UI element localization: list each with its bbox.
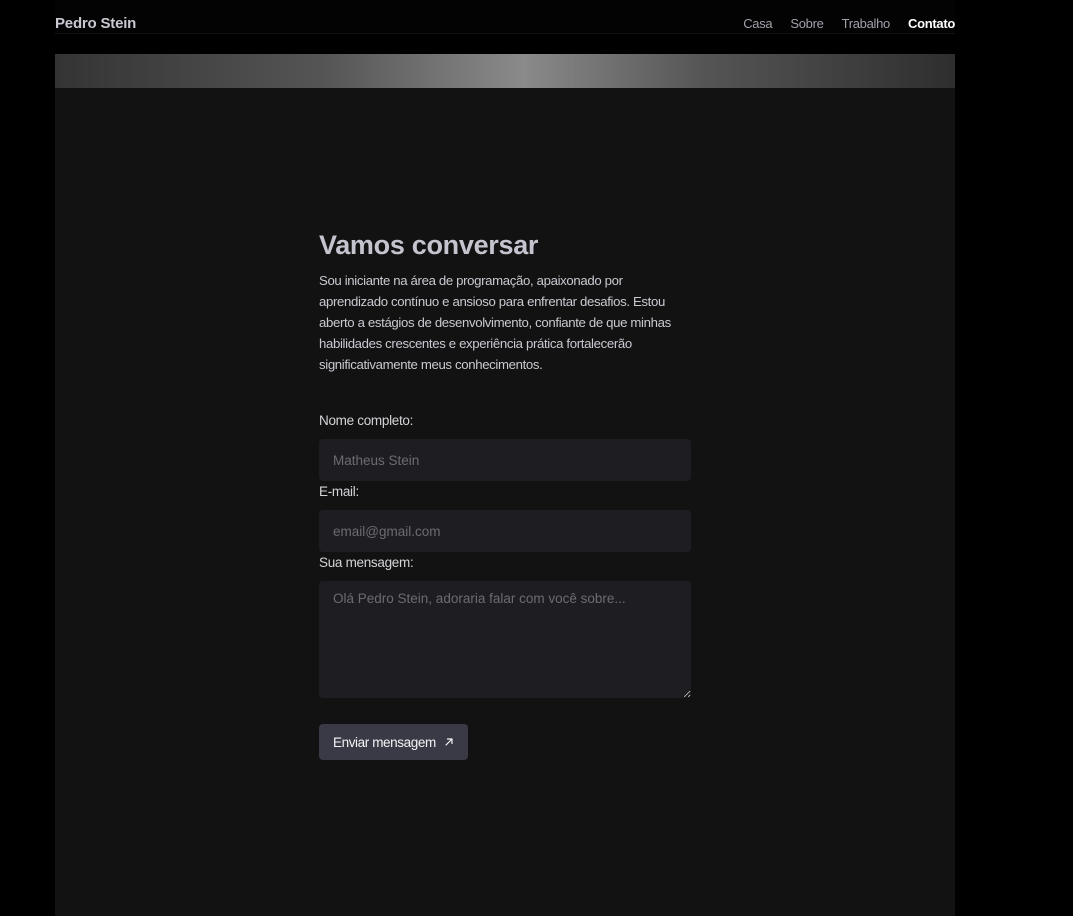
page-title: Vamos conversar: [319, 230, 539, 260]
name-label: Nome completo:: [319, 413, 414, 428]
top-navigation-bar: Pedro Stein Casa Sobre Trabalho Contato: [55, 0, 955, 34]
name-input[interactable]: [319, 439, 691, 481]
nav-link-trabalho[interactable]: Trabalho: [842, 16, 891, 31]
page: Pedro Stein Casa Sobre Trabalho Contato …: [0, 0, 1073, 916]
email-input[interactable]: [319, 510, 691, 552]
nav-link-sobre[interactable]: Sobre: [790, 16, 824, 31]
nav-link-casa[interactable]: Casa: [743, 16, 772, 31]
contact-form: Nome completo: E-mail: Sua mensagem: Env…: [319, 413, 691, 760]
intro-paragraph: Sou iniciante na área de programação, ap…: [319, 273, 671, 372]
message-textarea[interactable]: [319, 581, 691, 698]
arrow-up-right-icon: [445, 738, 453, 746]
panel-top-gradient: [55, 54, 955, 88]
send-message-button[interactable]: Enviar mensagem: [319, 724, 468, 760]
main-nav: Casa Sobre Trabalho Contato: [743, 16, 955, 31]
contact-section: Vamos conversar Sou iniciante na área de…: [319, 230, 691, 760]
send-message-label: Enviar mensagem: [333, 734, 436, 750]
email-label: E-mail:: [319, 484, 359, 499]
nav-link-contato[interactable]: Contato: [908, 16, 955, 31]
message-label: Sua mensagem:: [319, 555, 414, 570]
brand-name[interactable]: Pedro Stein: [55, 15, 136, 32]
contact-panel: Vamos conversar Sou iniciante na área de…: [55, 54, 955, 916]
